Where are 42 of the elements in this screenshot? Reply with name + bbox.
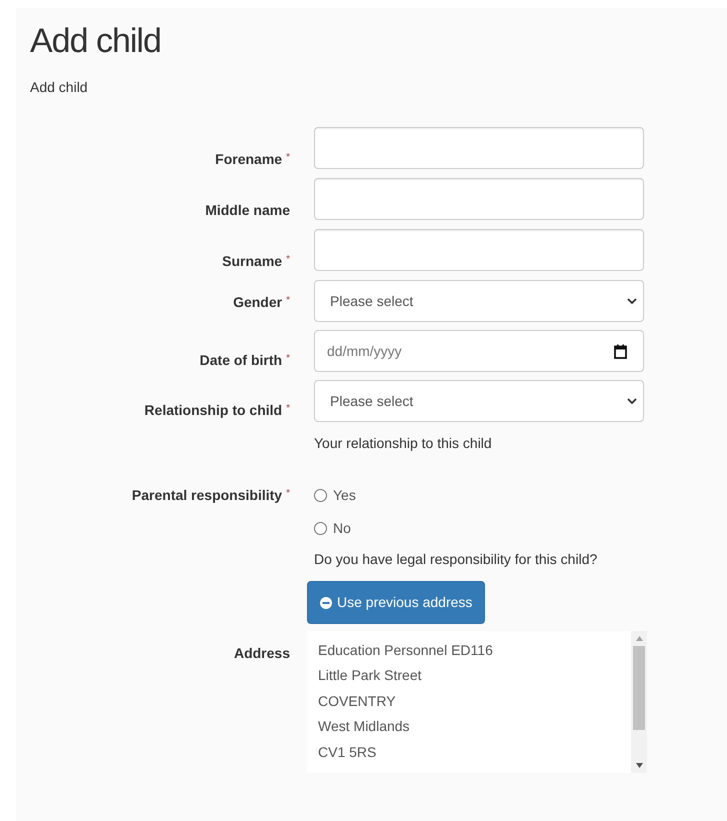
text-field[interactable] <box>314 229 644 271</box>
address-field[interactable]: Education Personnel ED116 Little Park Street COVENTRY West Midlands CV1 5RS <box>307 631 647 773</box>
radio-label: Yes <box>333 486 356 504</box>
address-line: CV1 5RS <box>318 742 378 762</box>
required-mark: * <box>286 294 290 308</box>
address-line: West Midlands <box>318 717 411 736</box>
field-label: Date of birth <box>200 351 282 370</box>
radio-label: No <box>333 518 351 538</box>
help-text: Do you have legal responsibility for this child? <box>314 550 598 569</box>
use-previous-address-button[interactable]: Use previous address <box>307 581 486 624</box>
scroll-up-arrow-icon[interactable] <box>636 636 642 641</box>
page-title: Add child <box>30 21 162 62</box>
radio-button[interactable] <box>314 522 327 534</box>
page-subtitle: Add child <box>30 78 89 97</box>
field-label: Relationship to child <box>144 401 282 420</box>
required-mark: * <box>286 253 290 267</box>
text-field[interactable] <box>314 127 644 169</box>
required-mark: * <box>286 352 290 366</box>
field-label: Middle name <box>205 201 290 220</box>
minus-circle-icon <box>320 596 332 608</box>
address-line: COVENTRY <box>318 692 397 711</box>
required-mark: * <box>286 487 290 501</box>
required-mark: * <box>286 402 290 416</box>
required-mark: * <box>286 151 290 165</box>
field-label: Parental responsibility <box>132 486 282 505</box>
text-field[interactable] <box>314 178 644 220</box>
help-text: Your relationship to this child <box>314 434 493 453</box>
select-field[interactable]: Please select <box>314 280 644 322</box>
field-label: Forename <box>215 150 282 169</box>
field-label: Address <box>234 644 290 663</box>
select-field[interactable]: Please select <box>314 380 644 422</box>
radio-button[interactable] <box>314 488 327 502</box>
calendar-icon <box>614 344 627 358</box>
chevron-down-icon <box>627 398 637 404</box>
field-label: Surname <box>222 252 282 271</box>
scroll-down-arrow-icon[interactable] <box>636 763 642 768</box>
address-line: Little Park Street <box>318 666 422 686</box>
date-field[interactable]: dd/mm/yyyy <box>314 330 644 372</box>
scrollbar[interactable] <box>631 631 647 773</box>
field-label: Gender <box>233 293 282 312</box>
address-line: Education Personnel ED116 <box>318 641 494 660</box>
chevron-down-icon <box>627 298 637 304</box>
